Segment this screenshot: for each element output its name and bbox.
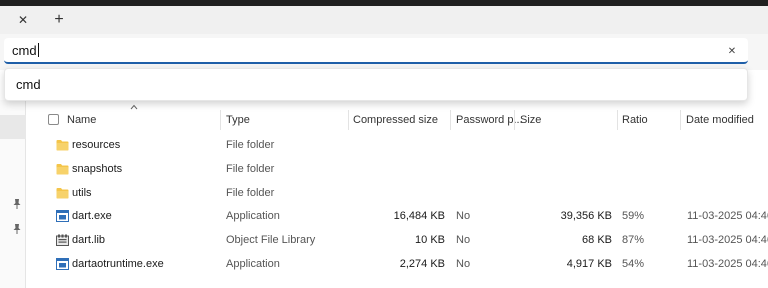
column-date-modified-header[interactable]: Date modified [686,110,754,130]
file-name: dartaotruntime.exe [72,258,164,270]
address-input[interactable]: cmd [12,43,39,58]
address-suggestions-dropdown: cmd [4,68,748,101]
file-size: 39,356 KB [560,210,612,222]
file-name: snapshots [72,163,123,175]
file-type: File folder [226,187,275,199]
file-size: 4,917 KB [566,258,612,270]
application-icon [56,210,69,222]
column-name-header[interactable]: Name [67,110,96,130]
column-size-header[interactable]: Size [520,110,541,130]
file-name: dart.exe [72,210,112,222]
file-compressed-size: 2,274 KB [399,258,445,270]
file-password-protected: No [456,258,471,270]
folder-icon [56,188,69,199]
column-password-header[interactable]: Password p... [456,110,523,130]
file-type: Object File Library [226,234,316,246]
text-caret [37,43,39,57]
tab-bar: ✕ + [0,6,768,34]
file-type: Application [226,210,280,222]
address-value: cmd [12,43,37,58]
file-type: File folder [226,139,275,151]
file-ratio: 59% [622,210,645,222]
folder-icon [56,140,69,151]
suggestion-item[interactable]: cmd [16,77,41,92]
file-ratio: 54% [622,258,645,270]
navigation-pane [0,100,26,288]
file-row[interactable]: utils File folder [40,181,768,205]
select-all-checkbox[interactable] [48,114,59,125]
file-compressed-size: 16,484 KB [393,210,445,222]
close-tab-button[interactable]: ✕ [8,7,38,33]
column-type-header[interactable]: Type [226,110,250,130]
plus-icon: + [54,11,64,28]
close-icon: ✕ [727,45,737,57]
file-size: 68 KB [582,234,612,246]
library-file-icon [56,234,69,246]
file-type: File folder [226,163,275,175]
file-row[interactable]: dart.exe Application 16,484 KB No 39,356… [40,204,768,228]
column-divider[interactable] [514,110,515,130]
file-name: dart.lib [72,234,106,246]
new-tab-button[interactable]: + [44,7,74,33]
file-row[interactable]: snapshots File folder [40,157,768,181]
file-row[interactable]: dart.lib Object File Library 10 KB No 68… [40,228,768,252]
file-name: resources [72,139,121,151]
folder-icon [56,164,69,175]
file-password-protected: No [456,210,471,222]
file-ratio: 87% [622,234,645,246]
address-area: cmd ✕ [0,34,768,70]
close-icon: ✕ [17,13,29,27]
pin-icon [13,199,21,209]
column-divider[interactable] [450,110,451,130]
file-date-modified: 11-03-2025 04:46 [687,258,768,270]
file-compressed-size: 10 KB [415,234,445,246]
column-divider[interactable] [348,110,349,130]
navigation-selected-item[interactable] [0,115,26,139]
pin-icon [13,224,21,234]
column-divider[interactable] [617,110,618,130]
file-name: utils [72,187,92,199]
column-header-row: Name Type Compressed size Password p... … [40,110,768,130]
column-divider[interactable] [220,110,221,130]
column-compressed-size-header[interactable]: Compressed size [353,110,438,130]
column-ratio-header[interactable]: Ratio [622,110,648,130]
file-type: Application [226,258,280,270]
file-password-protected: No [456,234,471,246]
file-row[interactable]: resources File folder [40,133,768,157]
application-icon [56,258,69,270]
column-divider[interactable] [680,110,681,130]
address-bar[interactable]: cmd ✕ [4,38,748,64]
file-row[interactable]: dartaotruntime.exe Application 2,274 KB … [40,252,768,276]
clear-address-button[interactable]: ✕ [724,43,740,59]
file-date-modified: 11-03-2025 04:46 [687,234,768,246]
file-date-modified: 11-03-2025 04:46 [687,210,768,222]
